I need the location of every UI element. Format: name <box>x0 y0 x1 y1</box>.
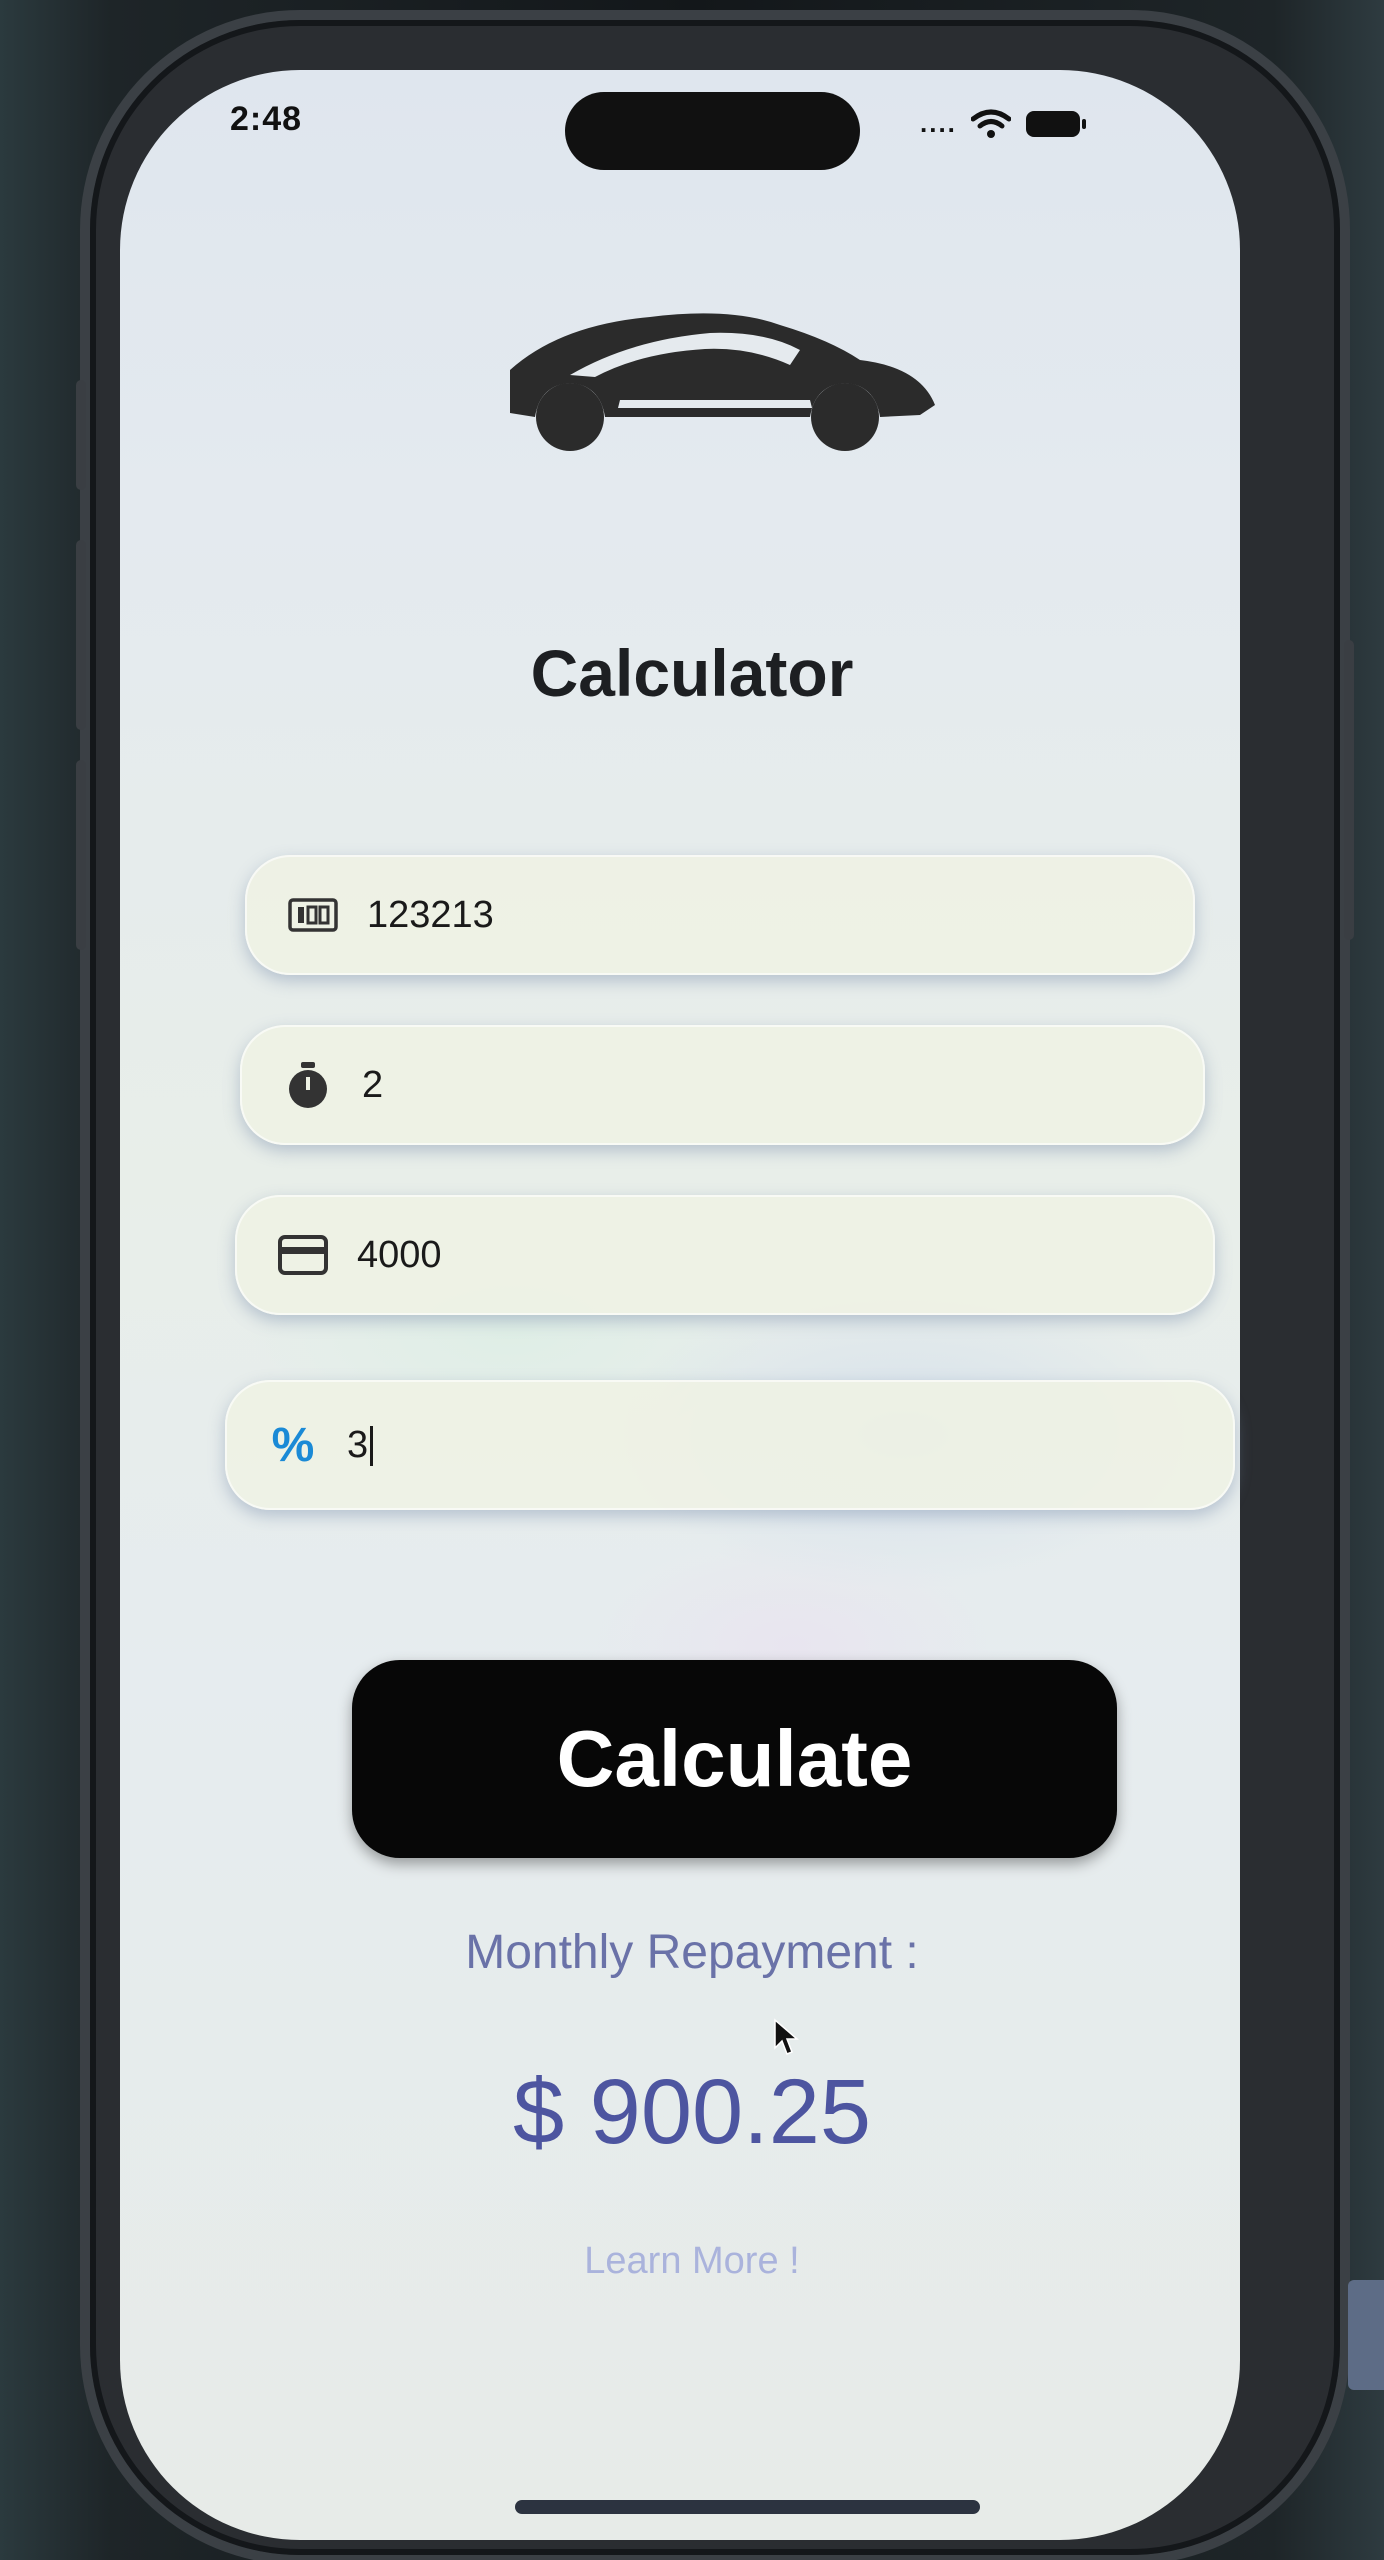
home-indicator[interactable] <box>515 2500 980 2514</box>
car-icon <box>510 313 935 451</box>
text-caret <box>370 1426 374 1467</box>
status-indicators: .... <box>920 108 1087 139</box>
loan-amount-value[interactable]: 123213 <box>367 894 494 937</box>
dynamic-island <box>565 92 860 170</box>
phone-side-button <box>76 380 86 490</box>
loan-term-value[interactable]: 2 <box>362 1064 383 1107</box>
monthly-repayment-value: $ 900.25 <box>512 2061 872 2163</box>
loan-amount-field[interactable]: 123213 <box>245 855 1195 975</box>
phone-volume-down <box>76 760 86 950</box>
interest-rate-field[interactable]: % 3 <box>225 1380 1235 1510</box>
credit-card-icon <box>277 1229 329 1281</box>
stopwatch-icon <box>282 1059 334 1111</box>
interest-rate-value: 3 <box>347 1423 369 1466</box>
calculate-button[interactable]: Calculate <box>352 1660 1117 1858</box>
signal-icon: .... <box>920 108 957 138</box>
page-title: Calculator <box>530 636 854 710</box>
price-tag-icon <box>287 889 339 941</box>
down-payment-value[interactable]: 4000 <box>357 1234 442 1277</box>
battery-icon <box>1025 109 1087 139</box>
interest-rate-input[interactable]: 3 <box>347 1423 374 1467</box>
loan-term-field[interactable]: 2 <box>240 1025 1205 1145</box>
percent-icon: % <box>271 1418 315 1472</box>
down-payment-field[interactable]: 4000 <box>235 1195 1215 1315</box>
status-time: 2:48 <box>230 100 303 138</box>
external-window-edge <box>1348 2280 1384 2390</box>
learn-more-link[interactable]: Learn More ! <box>0 2240 1384 2283</box>
mouse-pointer-icon <box>774 2018 799 2055</box>
wifi-icon <box>970 109 1011 139</box>
monthly-repayment-label: Monthly Repayment : <box>465 1926 919 1979</box>
